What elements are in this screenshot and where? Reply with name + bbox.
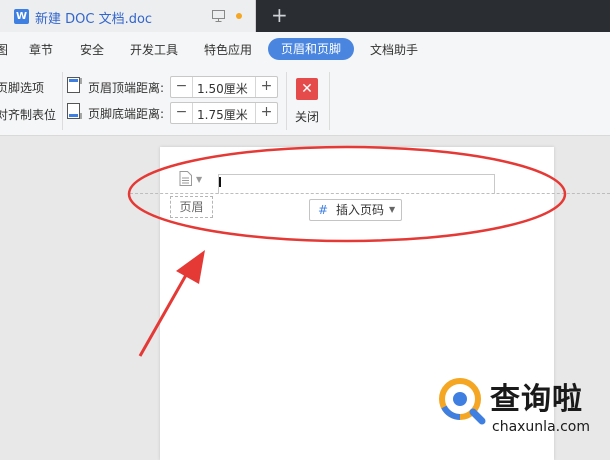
text-cursor <box>219 177 221 187</box>
header-edit-area[interactable] <box>218 174 495 194</box>
close-header-footer-icon[interactable]: ✕ <box>296 78 318 100</box>
footer-distance-increase-button[interactable]: + <box>255 103 277 123</box>
header-footer-toolbar: 页脚选项 对齐制表位 页眉顶端距离: − 1.50厘米 + 页脚底端距离: − … <box>0 66 610 136</box>
header-distance-input[interactable]: 1.50厘米 <box>197 80 248 97</box>
menu-bar: 图 章节 安全 开发工具 特色应用 页眉和页脚 文档助手 <box>0 32 610 66</box>
chevron-down-icon[interactable]: ▼ <box>196 175 202 184</box>
header-distance-stepper: − 1.50厘米 + <box>170 76 278 98</box>
menu-item-developer-tools[interactable]: 开发工具 <box>130 41 178 58</box>
header-distance-decrease-button[interactable]: − <box>171 77 193 97</box>
insert-page-number-button[interactable]: # 插入页码 ▼ <box>309 199 402 221</box>
wps-writer-icon: W <box>14 9 29 24</box>
unsaved-dot-icon[interactable] <box>236 13 242 19</box>
menu-item-special-features[interactable]: 特色应用 <box>204 41 252 58</box>
menu-item-header-footer[interactable]: 页眉和页脚 <box>268 38 354 60</box>
watermark-url: chaxunla.com <box>492 419 590 435</box>
chevron-down-icon: ▼ <box>389 205 396 214</box>
footer-distance-stepper: − 1.75厘米 + <box>170 102 278 124</box>
insert-page-number-label: 插入页码 <box>336 203 385 217</box>
footer-distance-label: 页脚底端距离: <box>88 107 165 121</box>
header-distance-icon <box>67 77 82 93</box>
toolbar-divider <box>329 72 330 130</box>
header-distance-increase-button[interactable]: + <box>255 77 277 97</box>
header-tag-label: 页眉 <box>170 196 213 218</box>
footer-distance-decrease-button[interactable]: − <box>171 103 193 123</box>
header-document-icon[interactable] <box>179 171 192 186</box>
menu-item-chapter[interactable]: 章节 <box>29 41 53 58</box>
new-tab-plus-icon[interactable]: + <box>271 4 288 26</box>
search-magnifier-logo-icon <box>439 378 486 425</box>
page-number-icon: # <box>318 203 329 217</box>
menu-item-security[interactable]: 安全 <box>80 41 104 58</box>
document-tab-title: 新建 DOC 文档.doc <box>35 12 153 27</box>
toolbar-divider <box>62 72 63 130</box>
menu-item-document-assistant[interactable]: 文档助手 <box>370 41 418 58</box>
watermark-title: 查询啦 <box>490 382 583 417</box>
toolbar-divider <box>286 72 287 130</box>
footer-options-button[interactable]: 页脚选项 <box>0 79 44 96</box>
document-tab[interactable]: W 新建 DOC 文档.doc <box>0 0 256 32</box>
align-tab-button[interactable]: 对齐制表位 <box>0 106 56 123</box>
footer-distance-icon <box>67 103 82 119</box>
header-distance-label: 页眉顶端距离: <box>88 81 165 95</box>
menu-item-partial[interactable]: 图 <box>0 41 8 58</box>
title-bar: W 新建 DOC 文档.doc + <box>0 0 610 32</box>
close-header-footer-button[interactable]: 关闭 <box>295 108 319 125</box>
footer-distance-input[interactable]: 1.75厘米 <box>197 106 248 123</box>
monitor-icon[interactable] <box>212 10 225 22</box>
